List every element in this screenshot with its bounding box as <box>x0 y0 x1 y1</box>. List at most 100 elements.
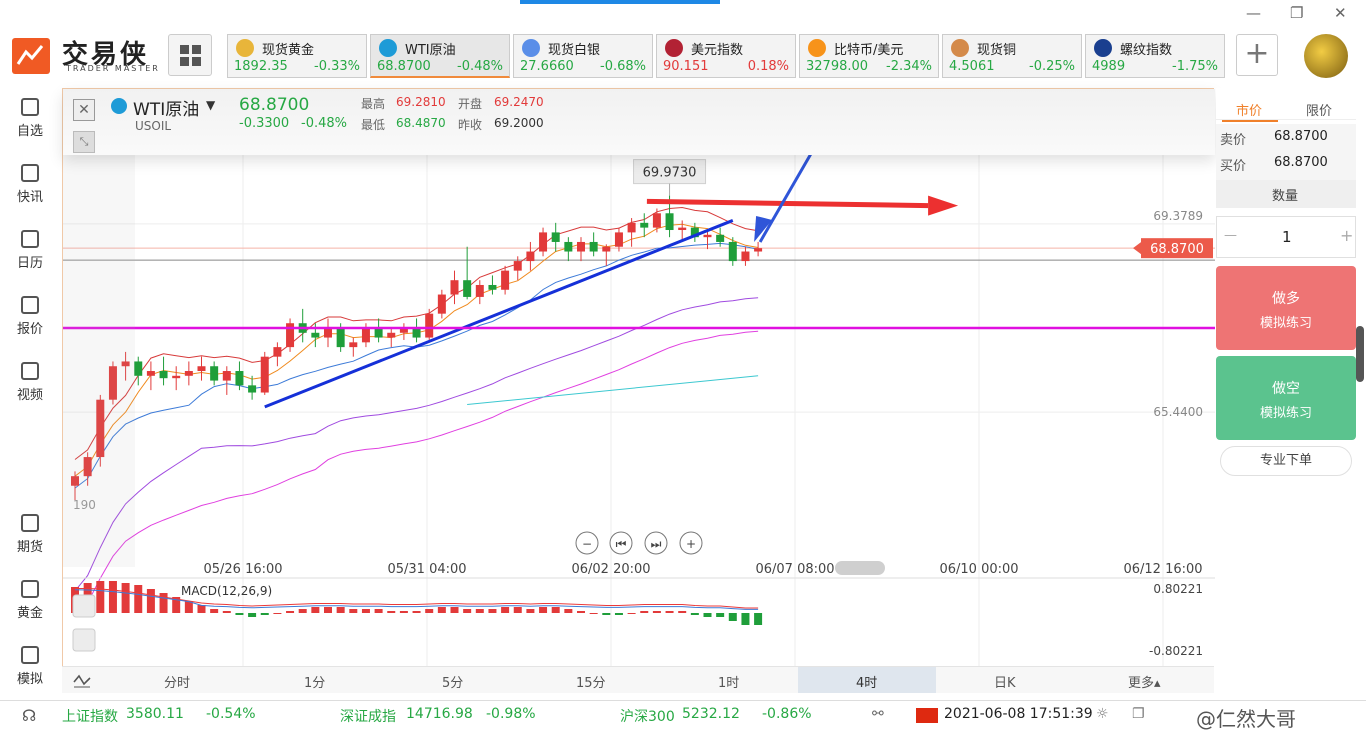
quote-tab-name: 比特币/美元 <box>834 43 904 58</box>
macd-bar <box>463 609 472 613</box>
headset-icon[interactable]: ☊ <box>22 706 36 725</box>
scroll-handle[interactable] <box>835 561 885 575</box>
short-button[interactable]: 做空 模拟练习 <box>1216 356 1356 440</box>
candle-body <box>652 213 661 228</box>
settings-icon[interactable]: ☼ <box>1096 706 1109 722</box>
sidebar-item-gold-bar[interactable]: 黄金 <box>0 580 60 621</box>
candle-body <box>184 371 193 376</box>
candle-body <box>197 366 206 372</box>
buy-label: 买价 <box>1220 159 1247 174</box>
macd-bar <box>260 613 269 615</box>
sz-index-name[interactable]: 深证成指 <box>340 706 396 726</box>
candle-body <box>311 332 320 338</box>
tab-limit[interactable]: 限价 <box>1306 100 1332 119</box>
macd-bar <box>678 611 687 613</box>
timeframe-3[interactable]: 15分 <box>576 672 606 691</box>
candle-body <box>716 234 725 242</box>
quote-tab-price: 4.5061 <box>949 59 995 74</box>
add-quote-button[interactable]: + <box>1236 34 1278 76</box>
sidebar-item-video[interactable]: 视频 <box>0 362 60 403</box>
sidebar-item-wallet[interactable]: 模拟 <box>0 646 60 687</box>
sidebar-item-news[interactable]: 快讯 <box>0 164 60 205</box>
quote-tab[interactable]: 现货黄金 1892.35 -0.33% <box>227 34 367 78</box>
timeframe-4[interactable]: 1时 <box>718 672 739 691</box>
x-tick-label: 06/12 16:00 <box>1123 562 1202 577</box>
quote-tab-change: -1.75% <box>1172 59 1218 74</box>
macd-label: MACD(12,26,9) <box>181 584 272 598</box>
timeframe-6[interactable]: 日K <box>994 672 1016 691</box>
macd-bar <box>564 609 573 613</box>
close-window-icon[interactable]: ✕ <box>1334 4 1347 22</box>
pen-tool-icon[interactable] <box>72 628 96 652</box>
sh-index-value: 3580.11 <box>126 706 184 722</box>
sh-index-name[interactable]: 上证指数 <box>62 706 118 726</box>
network-icon[interactable]: ⚯ <box>872 706 884 722</box>
order-panel: 市价 限价 卖价 68.8700 买价 68.8700 数量 — 1 + 做多 … <box>1216 88 1356 688</box>
high-label: 最高 <box>361 97 386 111</box>
minimize-icon[interactable]: — <box>1246 4 1261 22</box>
video-icon <box>21 362 39 380</box>
calendar-icon <box>21 230 39 248</box>
macd-bar <box>754 613 763 625</box>
macd-bar <box>134 585 143 613</box>
logo-icon <box>12 38 50 74</box>
qty-input[interactable]: 1 <box>1282 228 1292 246</box>
window-icon[interactable]: ❐ <box>1132 706 1145 722</box>
candle-body <box>513 261 522 271</box>
macd-bar <box>222 611 231 613</box>
quote-tab[interactable]: 现货铜 4.5061 -0.25% <box>942 34 1082 78</box>
pro-order-button[interactable]: 专业下单 <box>1220 446 1352 476</box>
collapse-icon[interactable]: ⤡ <box>73 131 95 153</box>
sidebar-item-quote[interactable]: 报价 <box>0 296 60 337</box>
candle-body <box>703 234 712 238</box>
sz-index-change: -0.98% <box>486 706 536 722</box>
quote-tab[interactable]: WTI原油 68.8700 -0.48% <box>370 34 510 78</box>
chevron-down-icon[interactable]: ▼ <box>206 98 215 112</box>
timeframe-1[interactable]: 1分 <box>304 672 325 691</box>
hs300-name[interactable]: 沪深300 <box>620 706 675 726</box>
audio-tool-icon[interactable] <box>72 594 96 618</box>
y-tick-label: 190 <box>73 498 96 512</box>
long-button[interactable]: 做多 模拟练习 <box>1216 266 1356 350</box>
restore-icon[interactable]: ❐ <box>1290 4 1303 22</box>
sidebar-item-label: 报价 <box>16 322 43 337</box>
quote-tab[interactable]: 美元指数 90.151 0.18% <box>656 34 796 78</box>
chart-area[interactable]: 69.378965.440072.091068.870069.9730190−⏮… <box>62 88 1215 693</box>
gold-bar-icon <box>21 580 39 598</box>
next-icon: ⏭ <box>651 537 662 551</box>
quote-tab-name: 现货铜 <box>977 43 1017 58</box>
candle-body <box>222 371 231 381</box>
candle-body <box>273 347 282 357</box>
sidebar: 自选快讯日历报价视频期货黄金模拟 <box>0 86 60 700</box>
quote-tab[interactable]: 比特币/美元 32798.00 -2.34% <box>799 34 939 78</box>
scrollbar-thumb[interactable] <box>1356 326 1364 382</box>
quote-icon <box>21 296 39 314</box>
timeframe-7[interactable]: 更多▴ <box>1128 672 1161 691</box>
qty-minus-button[interactable]: — <box>1224 228 1237 243</box>
timeframe-5[interactable]: 4时 <box>856 672 877 691</box>
sidebar-item-watchlist[interactable]: 自选 <box>0 98 60 139</box>
qty-plus-button[interactable]: + <box>1340 226 1353 245</box>
timeframe-2[interactable]: 5分 <box>442 672 463 691</box>
macd-bar <box>286 611 295 613</box>
avatar[interactable] <box>1304 34 1348 78</box>
close-panel-icon[interactable]: ✕ <box>73 99 95 121</box>
sidebar-item-futures[interactable]: 期货 <box>0 514 60 555</box>
chart-canvas[interactable]: 69.378965.440072.091068.870069.9730190−⏮… <box>63 89 1215 667</box>
timeframe-0[interactable]: 分时 <box>164 672 190 691</box>
grid-menu-button[interactable] <box>168 34 212 76</box>
quote-tab[interactable]: 现货白银 27.6660 -0.68% <box>513 34 653 78</box>
sidebar-item-label: 视频 <box>16 388 43 403</box>
quote-tab[interactable]: 螺纹指数 4989 -1.75% <box>1085 34 1225 78</box>
sidebar-item-calendar[interactable]: 日历 <box>0 230 60 271</box>
macd-bar <box>475 609 484 613</box>
hs300-change: -0.86% <box>762 706 812 722</box>
tab-market[interactable]: 市价 <box>1236 100 1262 119</box>
candle-body <box>374 328 383 338</box>
macd-bar <box>108 581 117 613</box>
indicator-icon[interactable] <box>72 670 92 690</box>
sidebar-item-label: 快讯 <box>16 190 43 205</box>
macd-bar <box>311 607 320 613</box>
sell-price: 68.8700 <box>1274 129 1328 144</box>
macd-bar <box>450 607 459 613</box>
